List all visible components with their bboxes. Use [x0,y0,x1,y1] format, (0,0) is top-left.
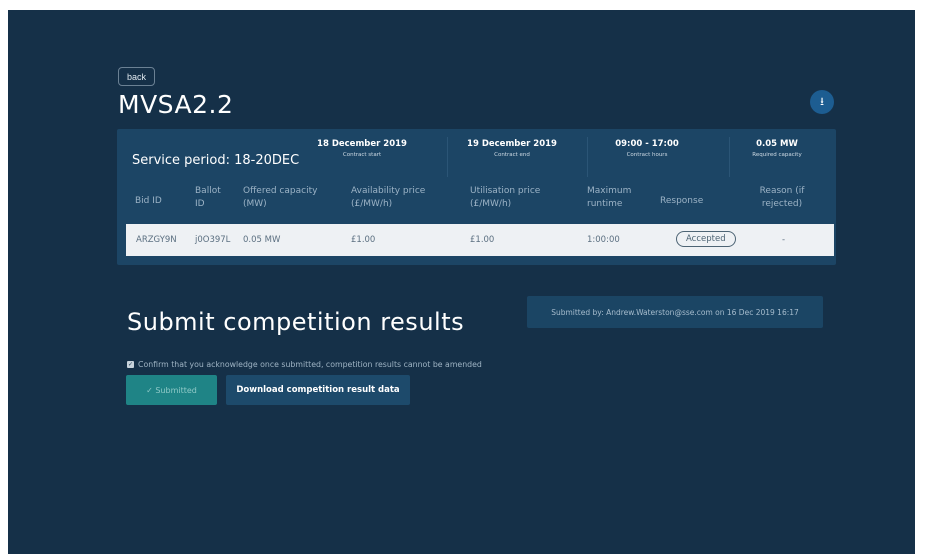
stat-contract-end: 19 December 2019 Contract end [452,139,572,158]
header-availability-price: Availability price (£/MW/h) [351,186,426,209]
stat-label: Contract hours [626,152,668,158]
confirm-label: Confirm that you acknowledge once submit… [138,360,482,369]
stat-value: 18 December 2019 [317,139,407,149]
download-icon: ⭳ [820,94,824,108]
app-window: back MVSA2.2 ⭳ Service period: 18-20DEC … [8,10,915,554]
stat-required-capacity: 0.05 MW Required capacity [717,139,837,158]
checkbox-checked-icon[interactable]: ✓ [127,361,134,368]
cell-ballot-id: j0O397L [195,235,231,245]
confirm-row[interactable]: ✓ Confirm that you acknowledge once subm… [127,360,482,369]
cell-capacity: 0.05 MW [243,235,281,245]
divider [447,137,448,177]
header-reason: Reason (if rejected) [759,186,805,209]
header-ballot-id: Ballot ID [195,186,221,209]
submit-section-title: Submit competition results [127,308,465,336]
stat-label: Contract start [342,152,382,158]
stat-value: 19 December 2019 [467,139,557,149]
download-results-button[interactable]: Download competition result data [226,375,410,405]
service-period-label: Service period: 18-20DEC [132,153,300,168]
cell-availability-price: £1.00 [351,235,376,245]
header-response: Response [660,196,704,206]
stat-contract-start: 18 December 2019 Contract start [302,139,422,158]
header-max-runtime: Maximum runtime [587,186,632,209]
service-panel: Service period: 18-20DEC 18 December 201… [117,129,836,265]
stat-label: Contract end [494,152,530,158]
download-button[interactable]: ⭳ [810,90,834,114]
stat-value: 0.05 MW [756,139,798,149]
cell-reason: - [782,235,786,245]
cell-utilisation-price: £1.00 [470,235,495,245]
stat-value: 09:00 - 17:00 [615,139,679,149]
submitted-button[interactable]: ✓ Submitted [126,375,217,405]
table-row: ARZGY9N j0O397L 0.05 MW £1.00 £1.00 1:00… [126,224,834,256]
header-utilisation-price: Utilisation price (£/MW/h) [470,186,541,209]
submitted-by-info: Submitted by: Andrew.Waterston@sse.com o… [527,296,823,328]
stat-label: Required capacity [752,152,802,158]
cell-bid-id: ARZGY9N [136,235,177,245]
stat-contract-hours: 09:00 - 17:00 Contract hours [587,139,707,158]
header-bid-id: Bid ID [135,196,162,206]
page-title: MVSA2.2 [118,90,234,119]
back-button[interactable]: back [118,67,156,86]
header-offered-capacity: Offered capacity (MW) [243,186,318,209]
cell-max-runtime: 1:00:00 [587,235,620,245]
status-badge: Accepted [676,231,736,247]
